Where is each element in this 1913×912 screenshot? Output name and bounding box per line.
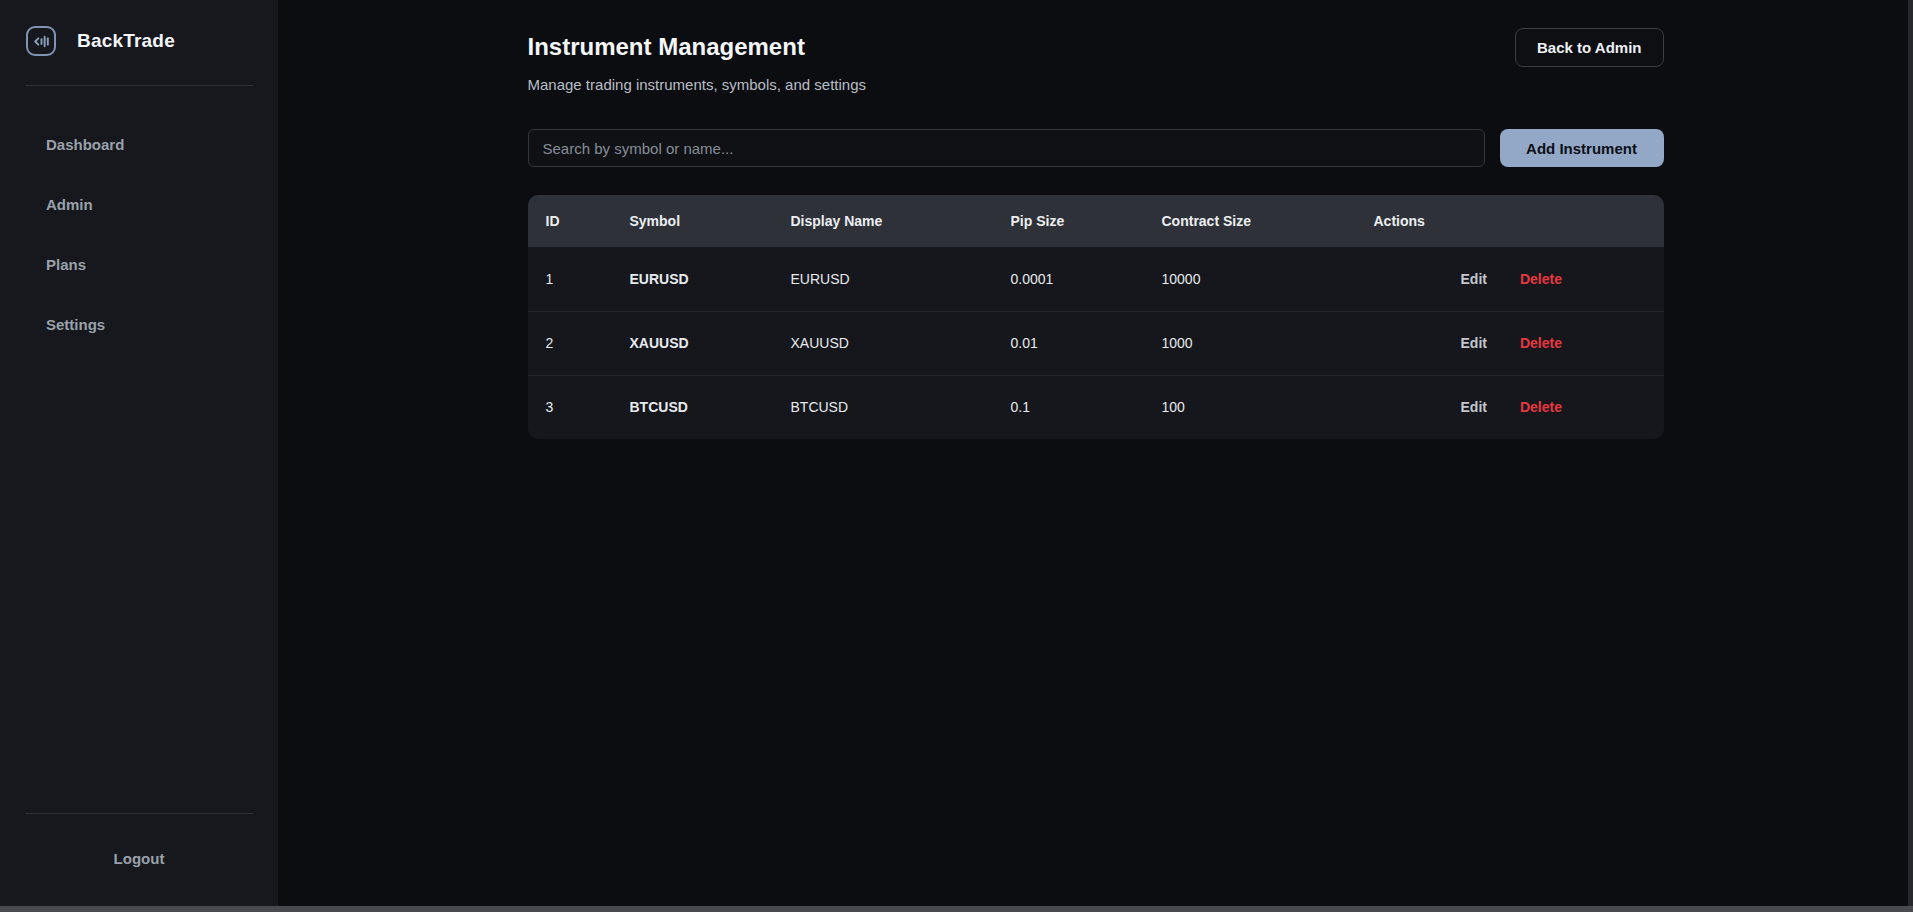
- instruments-table: ID Symbol Display Name Pip Size Contract…: [528, 195, 1664, 439]
- toolbar: Add Instrument: [528, 129, 1664, 167]
- horizontal-scrollbar[interactable]: [0, 906, 1913, 912]
- delete-button[interactable]: Delete: [1520, 399, 1562, 415]
- cell-contract-size: 100: [1144, 375, 1356, 439]
- table-row: 3 BTCUSD BTCUSD 0.1 100 Edit Delete: [528, 375, 1664, 439]
- page-subtitle: Manage trading instruments, symbols, and…: [528, 76, 867, 93]
- sidebar-item-dashboard[interactable]: Dashboard: [0, 136, 278, 156]
- sidebar: BackTrade Dashboard Admin Plans Settings…: [0, 0, 278, 912]
- sidebar-item-settings[interactable]: Settings: [0, 316, 278, 336]
- page-header: Instrument Management Manage trading ins…: [528, 33, 1664, 93]
- sidebar-top-divider: [25, 85, 253, 86]
- brand: BackTrade: [0, 0, 278, 56]
- column-header-id: ID: [528, 195, 612, 247]
- app: BackTrade Dashboard Admin Plans Settings…: [0, 0, 1913, 912]
- brand-name: BackTrade: [77, 30, 175, 52]
- cell-pip-size: 0.0001: [993, 247, 1144, 311]
- sidebar-spacer: [0, 376, 278, 813]
- add-instrument-button[interactable]: Add Instrument: [1500, 129, 1664, 167]
- delete-button[interactable]: Delete: [1520, 271, 1562, 287]
- cell-display-name: EURUSD: [773, 247, 993, 311]
- back-to-admin-button[interactable]: Back to Admin: [1515, 28, 1663, 67]
- cell-id: 1: [528, 247, 612, 311]
- cell-symbol: XAUUSD: [612, 311, 773, 375]
- column-header-display-name: Display Name: [773, 195, 993, 247]
- column-header-actions: Actions: [1356, 195, 1664, 247]
- logout-button[interactable]: Logout: [0, 850, 278, 867]
- backtrade-logo-icon: [26, 26, 56, 56]
- edit-button[interactable]: Edit: [1461, 335, 1487, 351]
- page-title: Instrument Management: [528, 33, 867, 61]
- sidebar-item-plans[interactable]: Plans: [0, 256, 278, 276]
- cell-actions: Edit Delete: [1356, 311, 1664, 375]
- cell-actions: Edit Delete: [1356, 247, 1664, 311]
- sidebar-item-admin[interactable]: Admin: [0, 196, 278, 216]
- cell-actions: Edit Delete: [1356, 375, 1664, 439]
- column-header-symbol: Symbol: [612, 195, 773, 247]
- table-row: 2 XAUUSD XAUUSD 0.01 1000 Edit Delete: [528, 311, 1664, 375]
- cell-contract-size: 1000: [1144, 311, 1356, 375]
- cell-contract-size: 10000: [1144, 247, 1356, 311]
- cell-id: 3: [528, 375, 612, 439]
- column-header-pip-size: Pip Size: [993, 195, 1144, 247]
- cell-id: 2: [528, 311, 612, 375]
- edit-button[interactable]: Edit: [1461, 271, 1487, 287]
- main-content: Instrument Management Manage trading ins…: [278, 0, 1913, 912]
- table-header-row: ID Symbol Display Name Pip Size Contract…: [528, 195, 1664, 247]
- cell-pip-size: 0.01: [993, 311, 1144, 375]
- column-header-contract-size: Contract Size: [1144, 195, 1356, 247]
- search-input[interactable]: [528, 129, 1485, 167]
- cell-pip-size: 0.1: [993, 375, 1144, 439]
- delete-button[interactable]: Delete: [1520, 335, 1562, 351]
- sidebar-bottom-divider: [25, 813, 253, 814]
- cell-display-name: BTCUSD: [773, 375, 993, 439]
- cell-symbol: EURUSD: [612, 247, 773, 311]
- edit-button[interactable]: Edit: [1461, 399, 1487, 415]
- cell-symbol: BTCUSD: [612, 375, 773, 439]
- cell-display-name: XAUUSD: [773, 311, 993, 375]
- sidebar-nav: Dashboard Admin Plans Settings: [0, 136, 278, 376]
- table-row: 1 EURUSD EURUSD 0.0001 10000 Edit Delete: [528, 247, 1664, 311]
- vertical-scrollbar[interactable]: [1908, 0, 1913, 912]
